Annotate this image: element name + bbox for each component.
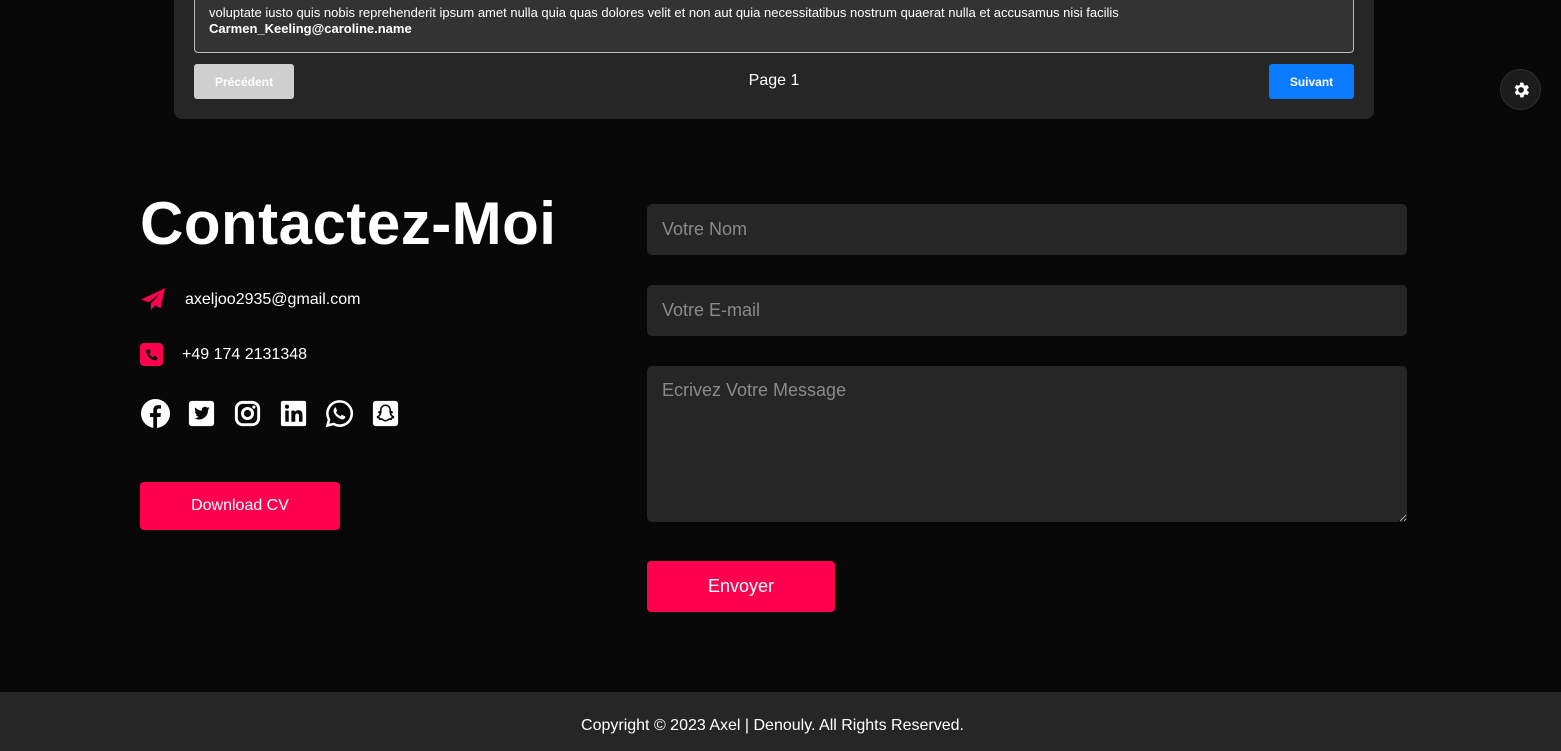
pagination: Précédent Page 1 Suivant	[194, 64, 1354, 99]
page-indicator: Page 1	[748, 72, 800, 89]
twitter-icon[interactable]	[186, 398, 217, 429]
phone-icon	[140, 343, 163, 366]
contact-title: Contactez-Moi	[140, 190, 557, 257]
social-links	[140, 398, 416, 429]
copyright-text: Copyright © 2023 Axel | Denouly. All Rig…	[581, 716, 964, 734]
next-page-button[interactable]: Suivant	[1269, 64, 1354, 99]
send-button[interactable]: Envoyer	[647, 561, 835, 612]
name-input[interactable]	[647, 204, 1407, 255]
whatsapp-icon[interactable]	[324, 398, 355, 429]
message-textarea[interactable]	[647, 366, 1407, 522]
comment-text: voluptate iusto quis nobis reprehenderit…	[209, 5, 1119, 20]
instagram-icon[interactable]	[232, 398, 263, 429]
theme-toggle-button[interactable]	[1500, 69, 1541, 110]
contact-email-row: axeljoo2935@gmail.com	[140, 287, 360, 313]
contact-email[interactable]: axeljoo2935@gmail.com	[185, 291, 360, 309]
snapchat-icon[interactable]	[370, 398, 401, 429]
linkedin-icon[interactable]	[278, 398, 309, 429]
facebook-icon[interactable]	[140, 398, 171, 429]
paper-plane-icon	[141, 288, 165, 311]
previous-page-button[interactable]: Précédent	[194, 64, 294, 99]
contact-phone-row: +49 174 2131348	[140, 343, 307, 366]
email-input[interactable]	[647, 285, 1407, 336]
comment-card: voluptate iusto quis nobis reprehenderit…	[194, 0, 1354, 53]
contact-phone[interactable]: +49 174 2131348	[182, 346, 307, 364]
footer: Copyright © 2023 Axel | Denouly. All Rig…	[0, 692, 1561, 751]
comments-panel: voluptate iusto quis nobis reprehenderit…	[174, 0, 1374, 119]
comment-author-email: Carmen_Keeling@caroline.name	[209, 21, 412, 36]
gear-icon	[1514, 82, 1529, 97]
download-cv-button[interactable]: Download CV	[140, 482, 340, 530]
